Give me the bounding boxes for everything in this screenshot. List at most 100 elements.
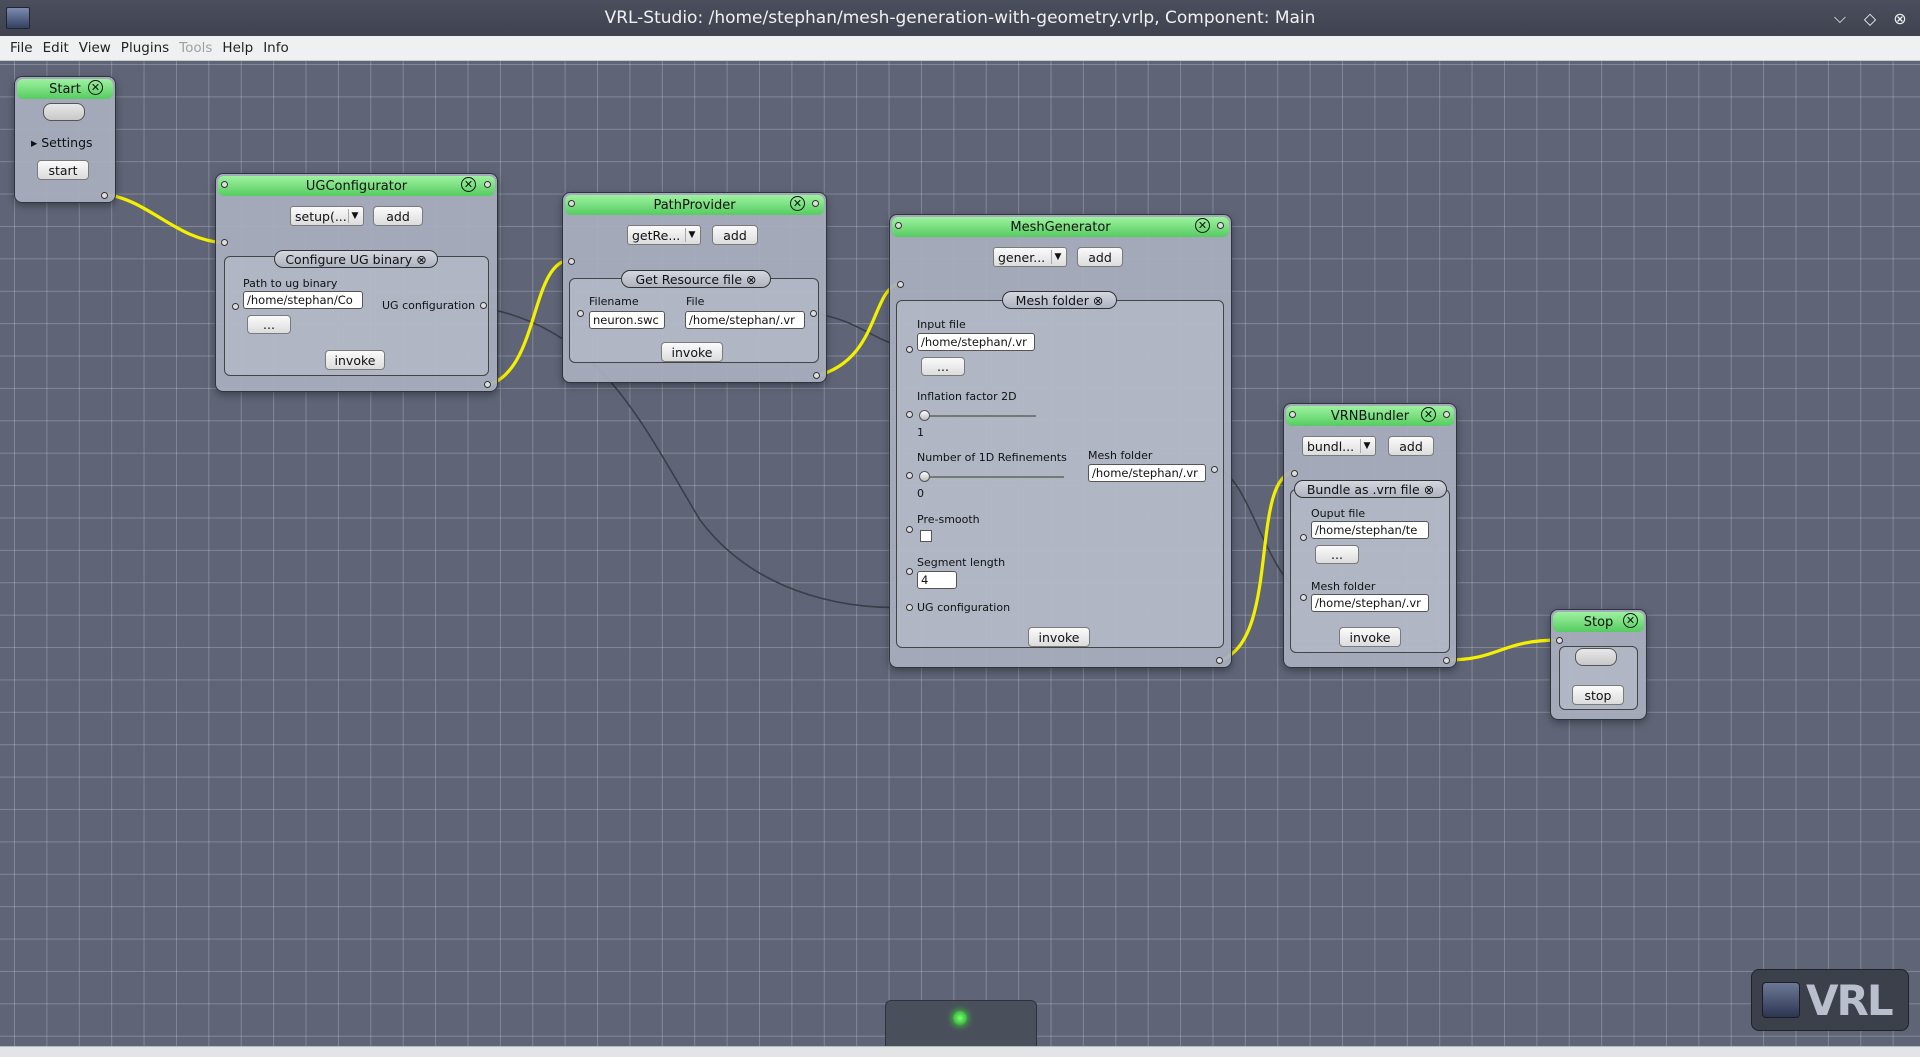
mg-invoke-button[interactable]: invoke xyxy=(1028,627,1090,647)
mg-method-select[interactable]: gener... ▼ xyxy=(993,247,1067,267)
vb-title-pin-right[interactable] xyxy=(1443,411,1450,418)
mg-node-title[interactable]: MeshGenerator xyxy=(892,217,1229,237)
mg-panel-tab: Mesh folder ⊗ xyxy=(1002,291,1117,309)
vb-browse-button[interactable]: ... xyxy=(1315,545,1359,564)
ug-node-title[interactable]: UGConfigurator xyxy=(218,176,495,196)
pp-file-field[interactable]: /home/stephan/.vr xyxy=(685,311,805,329)
vb-invoke-button[interactable]: invoke xyxy=(1339,627,1401,647)
stop-input-pin[interactable] xyxy=(1556,637,1563,644)
mg-title-pin-left[interactable] xyxy=(895,222,902,229)
pp-method-select[interactable]: getRe... ▼ xyxy=(627,225,701,245)
menu-plugins[interactable]: Plugins xyxy=(116,40,174,56)
close-window-icon[interactable]: ⊗ xyxy=(1890,8,1910,28)
mg-ug-config-pin[interactable] xyxy=(906,604,913,611)
ug-method-select[interactable]: setup(... ▼ xyxy=(290,206,364,226)
vb-title-pin-left[interactable] xyxy=(1289,411,1296,418)
ug-browse-button[interactable]: ... xyxy=(247,315,291,334)
start-output-pin[interactable] xyxy=(101,192,108,199)
segment-length-field[interactable]: 4 xyxy=(917,571,957,589)
refinements-slider-track[interactable] xyxy=(924,476,1064,478)
vb-close-icon[interactable]: ✕ xyxy=(1421,407,1436,422)
ug-control-output-pin[interactable] xyxy=(484,381,491,388)
stop-title-label: Stop xyxy=(1583,614,1614,630)
mg-browse-button[interactable]: ... xyxy=(921,357,965,376)
menu-help[interactable]: Help xyxy=(217,40,258,56)
mg-inflation-pin[interactable] xyxy=(906,411,913,418)
mg-title-pin-right[interactable] xyxy=(1217,222,1224,229)
vb-output-file-pin[interactable] xyxy=(1300,534,1307,541)
ugconfigurator-node[interactable]: UGConfigurator ✕ setup(... ▼ add Configur… xyxy=(215,173,498,392)
start-toggle[interactable] xyxy=(43,103,85,121)
pp-title-pin-left[interactable] xyxy=(568,200,575,207)
ug-title-pin-left[interactable] xyxy=(221,181,228,188)
vb-output-file-field[interactable]: /home/stephan/te xyxy=(1311,521,1429,539)
mg-segment-pin[interactable] xyxy=(906,568,913,575)
bottom-dock[interactable] xyxy=(885,1000,1037,1048)
inflation-slider-knob[interactable] xyxy=(919,410,930,421)
pp-control-output-pin[interactable] xyxy=(813,372,820,379)
vb-mesh-folder-field[interactable]: /home/stephan/.vr xyxy=(1311,594,1429,612)
minimize-icon[interactable]: ⌵ xyxy=(1830,8,1850,28)
mg-mesh-folder-field[interactable]: /home/stephan/.vr xyxy=(1088,464,1206,482)
vb-method-select[interactable]: bundl... ▼ xyxy=(1302,436,1376,456)
refinements-slider-knob[interactable] xyxy=(919,471,930,482)
mg-add-button[interactable]: add xyxy=(1077,247,1123,267)
stop-node[interactable]: Stop ✕ stop xyxy=(1550,609,1647,720)
pp-filename-pin[interactable] xyxy=(577,310,584,317)
menu-file[interactable]: File xyxy=(5,40,38,56)
mg-control-input-pin[interactable] xyxy=(897,281,904,288)
pp-invoke-button[interactable]: invoke xyxy=(661,342,723,362)
meshgenerator-node[interactable]: MeshGenerator ✕ gener... ▼ add Mesh folde… xyxy=(889,214,1232,668)
inflation-label: Inflation factor 2D xyxy=(917,390,1017,403)
ug-config-output-pin[interactable] xyxy=(480,302,487,309)
menu-info[interactable]: Info xyxy=(258,40,294,56)
ug-title-pin-right[interactable] xyxy=(484,181,491,188)
pp-file-output-pin[interactable] xyxy=(810,310,817,317)
mg-presmooth-pin[interactable] xyxy=(906,526,913,533)
vb-control-input-pin[interactable] xyxy=(1291,470,1298,477)
ug-path-pin[interactable] xyxy=(232,303,239,310)
mg-panel-close-icon[interactable]: ⊗ xyxy=(1093,293,1103,308)
vb-add-button[interactable]: add xyxy=(1388,436,1434,456)
pathprovider-node[interactable]: PathProvider ✕ getRe... ▼ add Get Resourc… xyxy=(562,192,827,383)
mg-control-output-pin[interactable] xyxy=(1216,657,1223,664)
pp-control-input-pin[interactable] xyxy=(568,258,575,265)
mg-close-icon[interactable]: ✕ xyxy=(1195,218,1210,233)
settings-expander[interactable]: ▸ Settings xyxy=(31,135,93,150)
vb-control-output-pin[interactable] xyxy=(1443,657,1450,664)
menu-tools[interactable]: Tools xyxy=(174,40,217,56)
maximize-icon[interactable]: ◇ xyxy=(1860,8,1880,28)
ug-panel-close-icon[interactable]: ⊗ xyxy=(416,252,426,267)
pp-filename-field[interactable]: neuron.swc xyxy=(589,311,665,329)
pp-add-button[interactable]: add xyxy=(712,225,758,245)
vrl-logo-text: VRL xyxy=(1806,975,1894,1025)
vrnbundler-node[interactable]: VRNBundler ✕ bundl... ▼ add Bundle as .vr… xyxy=(1283,403,1457,668)
mg-input-field[interactable]: /home/stephan/.vr xyxy=(917,333,1035,351)
menu-view[interactable]: View xyxy=(74,40,116,56)
ug-close-icon[interactable]: ✕ xyxy=(461,177,476,192)
ug-add-button[interactable]: add xyxy=(373,206,423,226)
mg-refine-pin[interactable] xyxy=(906,472,913,479)
inflation-slider-track[interactable] xyxy=(924,415,1036,417)
vb-panel-close-icon[interactable]: ⊗ xyxy=(1424,482,1434,497)
pp-close-icon[interactable]: ✕ xyxy=(790,196,805,211)
start-node[interactable]: Start ✕ ▸ Settings start xyxy=(14,76,116,203)
taskbar[interactable] xyxy=(0,1046,1920,1057)
start-button[interactable]: start xyxy=(37,160,89,180)
stop-button[interactable]: stop xyxy=(1572,685,1624,705)
ug-control-input-pin[interactable] xyxy=(221,239,228,246)
start-close-icon[interactable]: ✕ xyxy=(88,80,103,95)
stop-close-icon[interactable]: ✕ xyxy=(1623,613,1638,628)
pp-node-title[interactable]: PathProvider xyxy=(565,195,824,215)
ug-invoke-button[interactable]: invoke xyxy=(325,350,385,370)
vb-mesh-folder-pin[interactable] xyxy=(1300,594,1307,601)
mg-input-pin[interactable] xyxy=(906,346,913,353)
mg-mesh-folder-output-pin[interactable] xyxy=(1211,466,1218,473)
presmooth-checkbox[interactable] xyxy=(920,530,932,542)
menu-edit[interactable]: Edit xyxy=(38,40,74,56)
pp-title-pin-right[interactable] xyxy=(812,200,819,207)
pp-panel-close-icon[interactable]: ⊗ xyxy=(746,272,756,287)
stop-toggle[interactable] xyxy=(1575,648,1617,666)
vb-panel-tab: Bundle as .vrn file ⊗ xyxy=(1294,480,1447,498)
ug-path-field[interactable]: /home/stephan/Co xyxy=(243,291,363,309)
